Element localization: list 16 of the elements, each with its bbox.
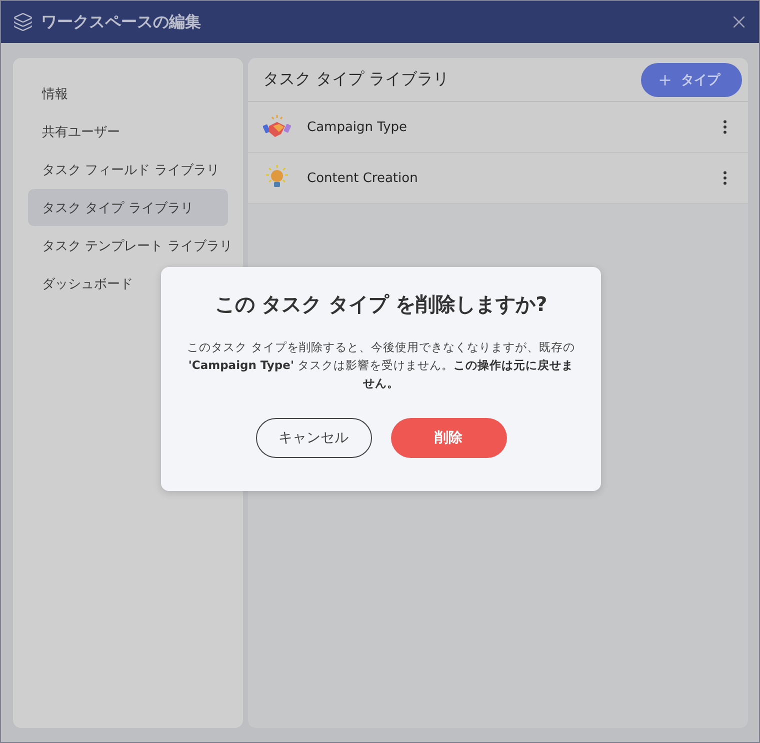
handshake-icon <box>263 114 291 140</box>
layers-icon <box>13 12 33 32</box>
cancel-button[interactable]: キャンセル <box>256 418 372 458</box>
sidebar-item[interactable]: 情報 <box>28 75 228 112</box>
task-type-row[interactable]: Content Creation <box>248 153 748 204</box>
task-type-name: Campaign Type <box>307 120 408 134</box>
dialog-message: このタスク タイプを削除すると、今後使用できなくなりますが、既存の 'Campaign Type' タスクは影響を受けません。この操作は元に戻せません。 <box>186 339 576 392</box>
sidebar-item[interactable]: 共有ユーザー <box>28 113 228 150</box>
task-type-row[interactable]: Campaign Type <box>248 102 748 153</box>
sidebar-item[interactable]: タスク フィールド ライブラリ <box>28 151 228 188</box>
window-title: ワークスペースの編集 <box>41 12 202 32</box>
dialog-title: この タスク タイプ を削除しますか? <box>214 291 548 318</box>
sidebar-item[interactable]: タスク テンプレート ライブラリ <box>28 227 228 264</box>
panel-title: タスク タイプ ライブラリ <box>263 69 450 90</box>
sidebar-item[interactable]: タスク タイプ ライブラリ <box>28 189 228 226</box>
task-type-name: Content Creation <box>307 170 419 186</box>
